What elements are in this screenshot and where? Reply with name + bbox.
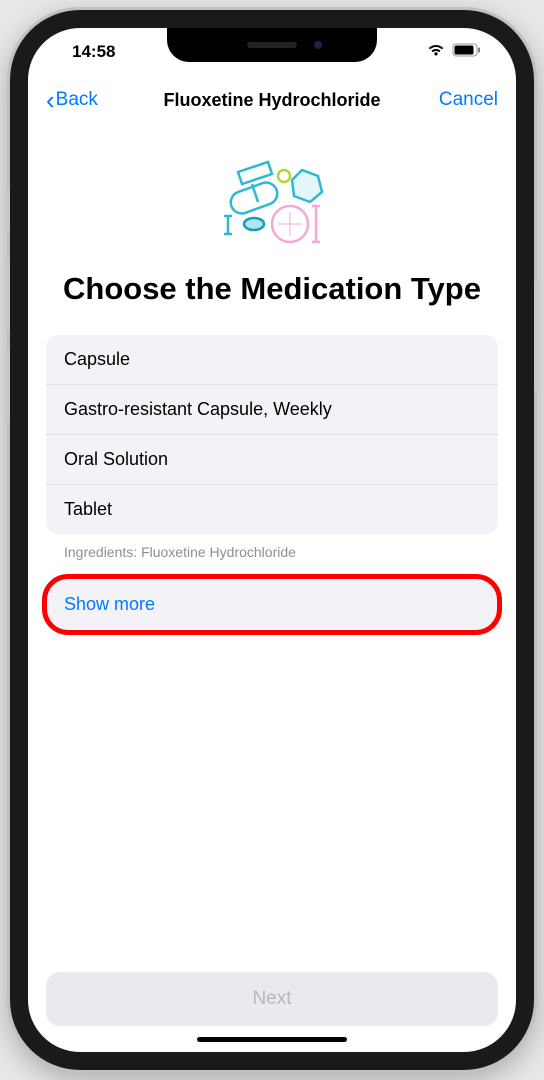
pills-icon (192, 152, 352, 252)
power-button (534, 280, 539, 390)
page-heading: Choose the Medication Type (46, 270, 498, 335)
next-button[interactable]: Next (46, 972, 498, 1026)
nav-bar: ‹ Back Fluoxetine Hydrochloride Cancel (28, 76, 516, 124)
back-button[interactable]: ‹ Back (46, 87, 126, 113)
ingredients-value: Fluoxetine Hydrochloride (141, 544, 296, 560)
spacer (46, 631, 498, 960)
type-option-gastro[interactable]: Gastro-resistant Capsule, Weekly (46, 385, 498, 435)
status-time: 14:58 (58, 42, 115, 62)
show-more-container: Show more (46, 578, 498, 631)
chevron-left-icon: ‹ (46, 87, 55, 113)
device-frame: 14:58 ‹ Back Fluoxetine Hydrochloride Ca… (10, 10, 534, 1070)
type-option-oral[interactable]: Oral Solution (46, 435, 498, 485)
home-indicator[interactable] (197, 1037, 347, 1042)
ingredients-label: Ingredients: (64, 544, 137, 560)
status-icons (426, 42, 486, 62)
type-list: Capsule Gastro-resistant Capsule, Weekly… (46, 335, 498, 534)
mute-switch (5, 190, 10, 230)
cancel-button[interactable]: Cancel (418, 89, 498, 111)
nav-title: Fluoxetine Hydrochloride (126, 90, 418, 111)
type-option-tablet[interactable]: Tablet (46, 485, 498, 534)
type-option-capsule[interactable]: Capsule (46, 335, 498, 385)
volume-up-button (5, 260, 10, 330)
medication-illustration (46, 124, 498, 270)
battery-icon (452, 42, 482, 62)
screen: 14:58 ‹ Back Fluoxetine Hydrochloride Ca… (28, 28, 516, 1052)
back-label: Back (56, 89, 98, 111)
notch (167, 28, 377, 62)
wifi-icon (426, 42, 446, 62)
ingredients-text: Ingredients: Fluoxetine Hydrochloride (46, 534, 498, 578)
volume-down-button (5, 350, 10, 420)
content-area: Choose the Medication Type Capsule Gastr… (28, 124, 516, 960)
show-more-button[interactable]: Show more (46, 580, 498, 629)
